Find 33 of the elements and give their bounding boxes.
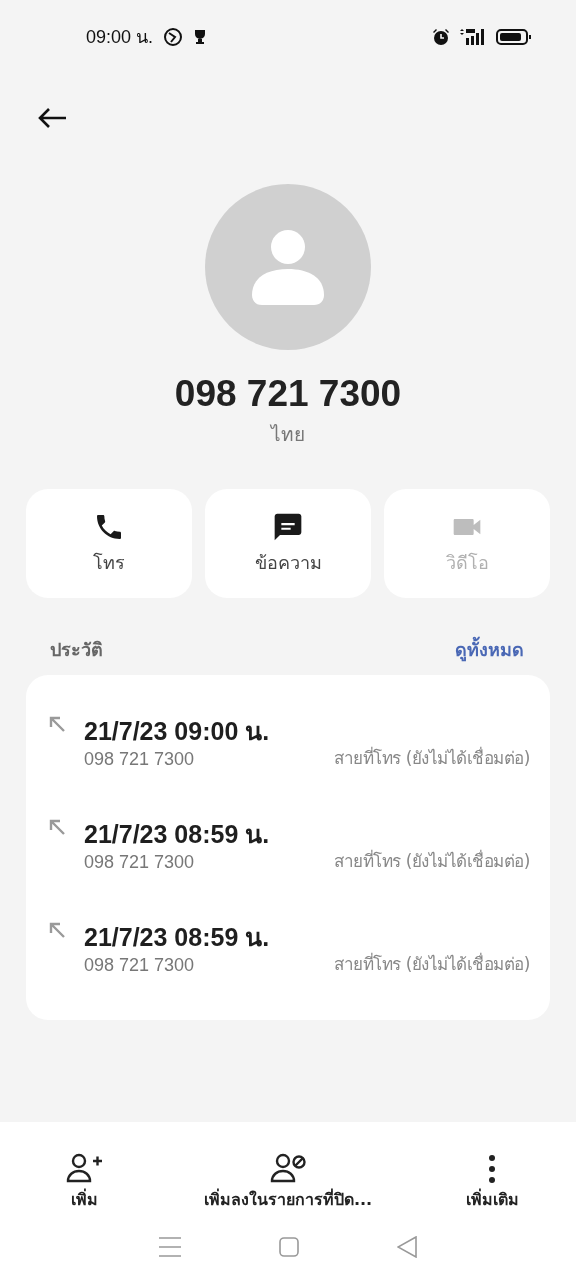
add-person-icon bbox=[65, 1152, 103, 1184]
call-datetime: 21/7/23 08:59 น. bbox=[84, 921, 270, 952]
phone-number: 098 721 7300 bbox=[174, 372, 402, 416]
call-datetime: 21/7/23 09:00 น. bbox=[84, 715, 270, 746]
outgoing-arrow-icon bbox=[48, 817, 66, 836]
toolbar-button[interactable]: เพิ่มเติม bbox=[408, 1154, 576, 1212]
battery-icon bbox=[496, 28, 532, 46]
action-button[interactable]: โทร bbox=[26, 488, 192, 598]
outgoing-arrow-icon bbox=[48, 714, 66, 733]
back-icon[interactable] bbox=[397, 1236, 417, 1258]
menu-icon[interactable] bbox=[159, 1237, 181, 1257]
call-status: สายที่โทร (ยังไม่ได้เชื่อมต่อ) bbox=[334, 951, 530, 976]
action-button[interactable]: ข้อความ bbox=[205, 488, 371, 598]
history-heading: ประวัติ bbox=[50, 637, 103, 662]
person-icon bbox=[252, 229, 324, 305]
alarm-icon bbox=[432, 28, 450, 46]
country-label: ไทย bbox=[271, 422, 305, 448]
timer-icon bbox=[163, 27, 184, 47]
trophy-icon bbox=[193, 29, 208, 45]
view-all-link[interactable]: ดูทั้งหมด bbox=[455, 635, 524, 663]
call-status: สายที่โทร (ยังไม่ได้เชื่อมต่อ) bbox=[334, 848, 530, 873]
block-person-icon bbox=[269, 1152, 307, 1184]
outgoing-arrow-icon bbox=[48, 920, 66, 939]
home-icon[interactable] bbox=[279, 1237, 299, 1257]
call-datetime: 21/7/23 08:59 น. bbox=[84, 818, 270, 849]
status-time: 09:00 น. bbox=[86, 25, 154, 49]
call-number: 098 721 7300 bbox=[84, 747, 196, 771]
toolbar-button[interactable]: เพิ่ม bbox=[0, 1152, 168, 1212]
toolbar-button[interactable]: เพิ่มลงในรายการที่ปิด... bbox=[168, 1152, 408, 1212]
call-number: 098 721 7300 bbox=[84, 850, 196, 874]
call-number: 098 721 7300 bbox=[84, 953, 196, 977]
more-icon bbox=[488, 1154, 496, 1184]
call-status: สายที่โทร (ยังไม่ได้เชื่อมต่อ) bbox=[334, 745, 530, 770]
